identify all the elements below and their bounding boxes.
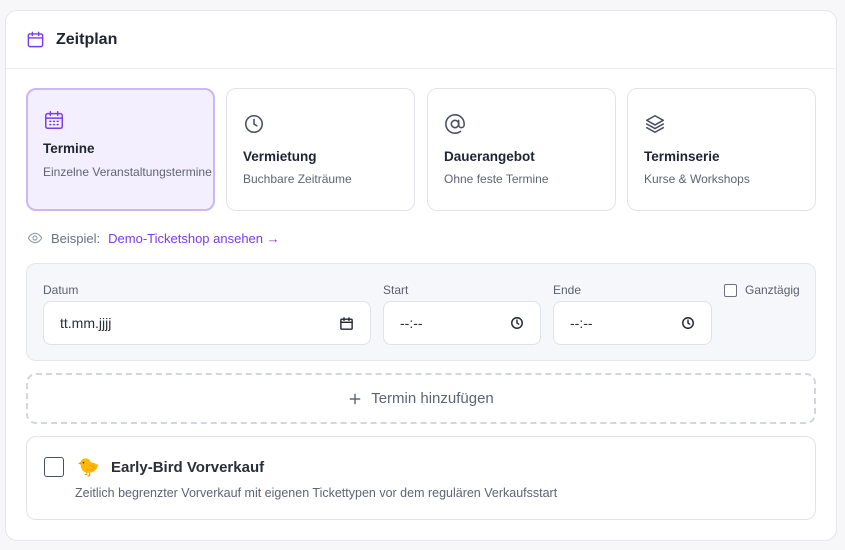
type-option-description: Ohne feste Termine — [444, 172, 549, 186]
all-day-checkbox[interactable] — [724, 283, 737, 297]
panel-title: Zeitplan — [56, 30, 118, 48]
early-bird-option: 🐤 Early-Bird Vorverkauf Zeitlich begrenz… — [26, 436, 816, 520]
type-option-label: Terminserie — [644, 149, 720, 164]
example-hint: Beispiel: Demo-Ticketshop ansehen → — [27, 230, 280, 246]
end-label: Ende — [553, 283, 582, 297]
add-date-button[interactable]: Termin hinzufügen — [26, 373, 816, 424]
type-option-dauerangebot[interactable]: Dauerangebot Ohne feste Termine — [427, 88, 616, 211]
add-date-label: Termin hinzufügen — [371, 390, 494, 407]
type-option-label: Termine — [43, 141, 95, 156]
type-option-label: Dauerangebot — [444, 149, 535, 164]
early-bird-title: Early-Bird Vorverkauf — [111, 459, 265, 476]
demo-ticketshop-link[interactable]: Demo-Ticketshop ansehen → — [108, 231, 280, 246]
eye-icon — [27, 230, 43, 246]
start-time-input[interactable]: --:-- — [383, 301, 541, 345]
calendar-grid-icon — [43, 109, 65, 131]
date-input-value: tt.mm.jjjj — [60, 315, 112, 331]
type-option-vermietung[interactable]: Vermietung Buchbare Zeiträume — [226, 88, 415, 211]
plus-icon — [348, 392, 362, 406]
end-time-value: --:-- — [570, 315, 593, 331]
end-time-input[interactable]: --:-- — [553, 301, 712, 345]
layers-icon — [644, 113, 666, 135]
start-label: Start — [383, 283, 409, 297]
clock-icon — [243, 113, 265, 135]
schedule-type-options: Termine Einzelne Veranstaltungstermine V… — [26, 88, 816, 211]
panel-header: Zeitplan — [6, 11, 836, 69]
all-day-toggle[interactable]: Ganztägig — [724, 283, 800, 297]
start-time-value: --:-- — [400, 315, 423, 331]
early-bird-description: Zeitlich begrenzter Vorverkauf mit eigen… — [75, 486, 558, 500]
chick-icon: 🐤 — [77, 457, 100, 477]
type-option-description: Buchbare Zeiträume — [243, 172, 352, 186]
type-option-terminserie[interactable]: Terminserie Kurse & Workshops — [627, 88, 816, 211]
date-input[interactable]: tt.mm.jjjj — [43, 301, 371, 345]
all-day-label: Ganztägig — [745, 283, 800, 297]
type-option-description: Einzelne Veranstaltungstermine — [43, 165, 212, 179]
date-entry-row: Datum tt.mm.jjjj Start --:-- Ende --:-- — [26, 263, 816, 361]
clock-picker-icon[interactable] — [510, 316, 524, 330]
clock-picker-icon[interactable] — [681, 316, 695, 330]
early-bird-checkbox[interactable] — [44, 457, 64, 477]
type-option-description: Kurse & Workshops — [644, 172, 750, 186]
calendar-icon — [26, 30, 45, 49]
schedule-panel: Zeitplan Termine Einzelne Veranstaltungs… — [5, 10, 837, 541]
calendar-picker-icon[interactable] — [339, 316, 354, 331]
type-option-termine[interactable]: Termine Einzelne Veranstaltungstermine — [26, 88, 215, 211]
type-option-label: Vermietung — [243, 149, 317, 164]
date-label: Datum — [43, 283, 79, 297]
at-sign-icon — [444, 113, 466, 135]
example-label: Beispiel: — [51, 230, 101, 246]
